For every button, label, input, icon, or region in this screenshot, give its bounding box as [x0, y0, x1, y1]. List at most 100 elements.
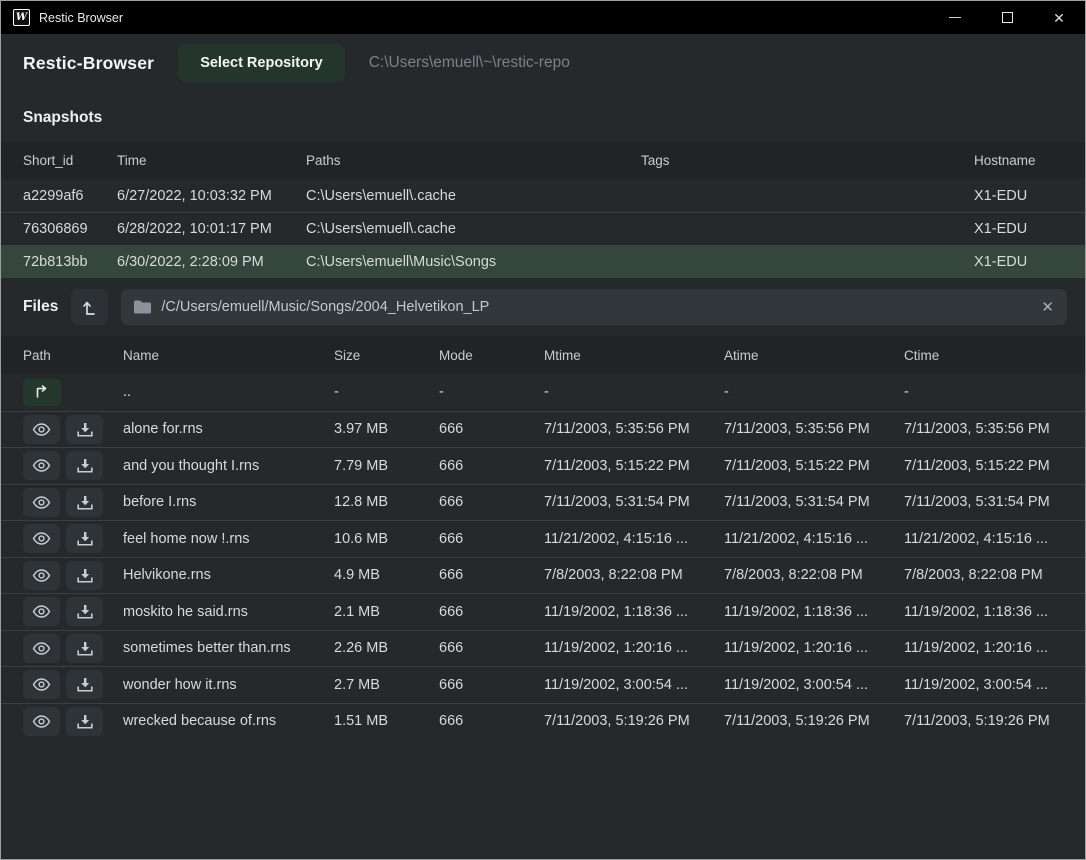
cell-path [23, 448, 123, 484]
window-title: Restic Browser [39, 11, 123, 25]
cell-mode: 666 [439, 521, 544, 557]
download-file-button[interactable] [66, 488, 103, 517]
cell-mtime: 11/19/2002, 1:20:16 ... [544, 631, 724, 667]
app-logo-icon: W [13, 9, 30, 26]
minimize-button[interactable] [929, 1, 981, 34]
cell-mode: 666 [439, 667, 544, 703]
download-file-button[interactable] [66, 451, 103, 480]
cell-mode: 666 [439, 412, 544, 448]
eye-icon [32, 642, 51, 655]
download-file-button[interactable] [66, 707, 103, 736]
cell-tags [641, 246, 974, 278]
preview-file-button[interactable] [23, 488, 60, 517]
cell-atime: 11/19/2002, 3:00:54 ... [724, 667, 904, 703]
cell-time: 6/28/2022, 10:01:17 PM [117, 213, 306, 245]
download-file-button[interactable] [66, 524, 103, 553]
eye-icon [32, 496, 51, 509]
download-icon [77, 677, 93, 692]
preview-file-button[interactable] [23, 707, 60, 736]
snapshot-row[interactable]: a2299af66/27/2022, 10:03:32 PMC:\Users\e… [1, 179, 1085, 212]
cell-name: alone for.rns [123, 412, 334, 448]
repository-path: C:\Users\emuell\~\restic-repo [369, 54, 570, 72]
eye-icon [32, 459, 51, 472]
level-up-button[interactable] [71, 289, 108, 325]
files-toolbar: Files /C/Users/emuell/Music/Songs/2004_H… [1, 278, 1085, 336]
download-file-button[interactable] [66, 415, 103, 444]
column-header-paths: Paths [306, 142, 641, 179]
files-title: Files [23, 298, 58, 316]
cell-time: 6/30/2022, 2:28:09 PM [117, 246, 306, 278]
download-file-button[interactable] [66, 670, 103, 699]
column-header-mode: Mode [439, 336, 544, 374]
column-header-atime: Atime [724, 336, 904, 374]
preview-file-button[interactable] [23, 451, 60, 480]
cell-path [23, 667, 123, 703]
maximize-button[interactable] [981, 1, 1033, 34]
clear-path-button[interactable]: ✕ [1041, 298, 1054, 316]
snapshots-table: a2299af66/27/2022, 10:03:32 PMC:\Users\e… [1, 179, 1085, 278]
file-row: moskito he said.rns2.1 MB66611/19/2002, … [1, 593, 1085, 630]
current-path-text: /C/Users/emuell/Music/Songs/2004_Helveti… [161, 299, 1031, 315]
cell-ctime: 7/11/2003, 5:35:56 PM [904, 412, 1085, 448]
cell-path [23, 521, 123, 557]
cell-name: wonder how it.rns [123, 667, 334, 703]
cell-hostname: X1-EDU [974, 246, 1085, 278]
cell-name: moskito he said.rns [123, 594, 334, 630]
cell-ctime: 11/19/2002, 1:20:16 ... [904, 631, 1085, 667]
cell-ctime: 7/11/2003, 5:15:22 PM [904, 448, 1085, 484]
close-button[interactable]: ✕ [1033, 1, 1085, 34]
cell-short_id: a2299af6 [23, 179, 117, 212]
snapshot-row[interactable]: 763068696/28/2022, 10:01:17 PMC:\Users\e… [1, 212, 1085, 245]
folder-icon [134, 300, 151, 314]
preview-file-button[interactable] [23, 524, 60, 553]
preview-file-button[interactable] [23, 670, 60, 699]
cell-atime: 7/11/2003, 5:15:22 PM [724, 448, 904, 484]
download-file-button[interactable] [66, 597, 103, 626]
select-repository-button[interactable]: Select Repository [178, 44, 345, 82]
cell-ctime: 11/19/2002, 1:18:36 ... [904, 594, 1085, 630]
cell-tags [641, 213, 974, 245]
preview-file-button[interactable] [23, 634, 60, 663]
cell-atime: - [724, 374, 904, 411]
cell-name: and you thought I.rns [123, 448, 334, 484]
cell-paths: C:\Users\emuell\.cache [306, 179, 641, 212]
window-controls: ✕ [929, 1, 1085, 34]
cell-ctime: 7/11/2003, 5:31:54 PM [904, 485, 1085, 521]
cell-mtime: 7/11/2003, 5:19:26 PM [544, 704, 724, 740]
preview-file-button[interactable] [23, 597, 60, 626]
level-up-icon [81, 299, 98, 316]
cell-mtime: 11/19/2002, 1:18:36 ... [544, 594, 724, 630]
preview-file-button[interactable] [23, 415, 60, 444]
cell-path [23, 631, 123, 667]
download-icon [77, 495, 93, 510]
go-to-parent-button[interactable] [23, 379, 61, 406]
preview-file-button[interactable] [23, 561, 60, 590]
cell-mode: 666 [439, 594, 544, 630]
cell-mtime: 11/19/2002, 3:00:54 ... [544, 667, 724, 703]
cell-mtime: 7/11/2003, 5:15:22 PM [544, 448, 724, 484]
eye-icon [32, 605, 51, 618]
app-window: W Restic Browser ✕ Restic-Browser Select… [0, 0, 1086, 860]
download-file-button[interactable] [66, 561, 103, 590]
files-table: ..-----alone for.rns3.97 MB6667/11/2003,… [1, 374, 1085, 739]
cell-size: 2.1 MB [334, 594, 439, 630]
column-header-size: Size [334, 336, 439, 374]
column-header-hostname: Hostname [974, 142, 1085, 179]
snapshot-row[interactable]: 72b813bb6/30/2022, 2:28:09 PMC:\Users\em… [1, 245, 1085, 278]
cell-mtime: 7/11/2003, 5:35:56 PM [544, 412, 724, 448]
download-icon [77, 604, 93, 619]
cell-size: 2.26 MB [334, 631, 439, 667]
file-row: feel home now !.rns10.6 MB66611/21/2002,… [1, 520, 1085, 557]
column-header-mtime: Mtime [544, 336, 724, 374]
column-header-ctime: Ctime [904, 336, 1085, 374]
cell-ctime: - [904, 374, 1085, 411]
cell-hostname: X1-EDU [974, 179, 1085, 212]
download-icon [77, 641, 93, 656]
eye-icon [32, 423, 51, 436]
cell-atime: 7/11/2003, 5:19:26 PM [724, 704, 904, 740]
cell-size: 12.8 MB [334, 485, 439, 521]
cell-mode: 666 [439, 485, 544, 521]
cell-ctime: 7/8/2003, 8:22:08 PM [904, 558, 1085, 594]
download-file-button[interactable] [66, 634, 103, 663]
cell-time: 6/27/2022, 10:03:32 PM [117, 179, 306, 212]
